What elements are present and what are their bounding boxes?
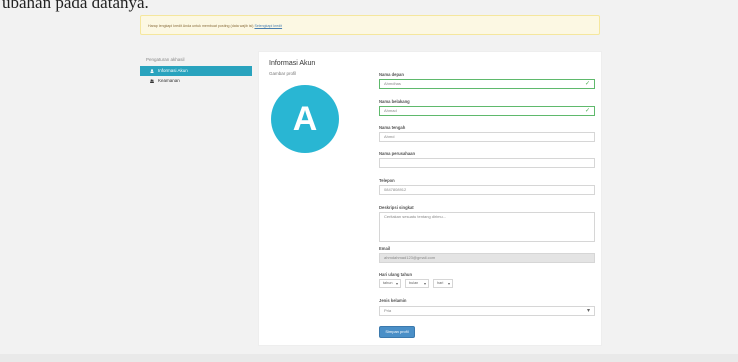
alert-text: Harap lengkapi kredit Anda untuk membuat…	[148, 24, 255, 28]
birth-day-value: hari	[437, 281, 444, 285]
phone-input[interactable]: 0847808912	[379, 185, 595, 195]
sidebar-item-security[interactable]: Keamanan	[140, 76, 252, 86]
first-name-label: Nama depan	[379, 72, 404, 77]
birth-day-select[interactable]: hari ▾	[433, 279, 453, 288]
email-input: ahmdahmad123@gmail.com	[379, 253, 595, 263]
birth-month-value: bulan	[409, 281, 419, 285]
birth-year-value: tahun	[383, 281, 393, 285]
last-name-value: Ahmad	[384, 108, 397, 113]
avatar[interactable]: A	[271, 85, 339, 153]
users-icon	[150, 79, 154, 83]
description-textarea[interactable]: Ceritakan sesuatu tentang dirimu...	[379, 212, 595, 242]
gender-select[interactable]: Pria ▾	[379, 306, 595, 316]
account-info-panel: Informasi Akun Gambar profil A Nama depa…	[258, 51, 602, 346]
first-name-value: Ahmdhas	[384, 81, 401, 86]
panel-title: Informasi Akun	[269, 60, 316, 67]
chevron-down-icon: ▾	[447, 281, 450, 286]
description-placeholder: Ceritakan sesuatu tentang dirimu...	[384, 214, 447, 219]
chevron-down-icon: ▾	[586, 308, 590, 314]
last-name-label: Nama belakang	[379, 99, 410, 104]
email-label: Email	[379, 246, 391, 251]
settings-sidebar: Pengaturan akhasil Informasi Akun Keaman…	[140, 52, 252, 92]
save-profile-button[interactable]: Simpan profil	[379, 326, 415, 338]
company-label: Nama perusahaan	[379, 151, 416, 156]
chevron-down-icon: ▾	[423, 281, 426, 286]
sidebar-item-label: Informasi Akun	[158, 68, 188, 73]
description-label: Deskripsi singkat	[379, 205, 414, 210]
phone-value: 0847808912	[384, 187, 407, 192]
sidebar-item-account-info[interactable]: Informasi Akun	[140, 66, 252, 76]
first-name-input[interactable]: Ahmdhas ✓	[379, 79, 595, 89]
birth-month-select[interactable]: bulan ▾	[405, 279, 429, 288]
complete-profile-link[interactable]: Selengkapi kredit	[254, 24, 282, 28]
footer-bar	[0, 354, 738, 362]
birth-year-select[interactable]: tahun ▾	[379, 279, 401, 288]
last-name-input[interactable]: Ahmad ✓	[379, 106, 595, 116]
phone-label: Telepon	[379, 178, 395, 183]
company-input[interactable]	[379, 158, 595, 168]
middle-name-label: Nama tengah	[379, 125, 406, 130]
gender-value: Pria	[384, 308, 392, 313]
gender-label: Jenis kelamin	[379, 298, 407, 303]
user-icon	[150, 69, 154, 73]
sidebar-title: Pengaturan akhasil	[146, 57, 185, 62]
middle-name-value: Ahmd	[384, 134, 395, 139]
profile-photo-label: Gambar profil	[269, 71, 297, 76]
email-value: ahmdahmad123@gmail.com	[384, 255, 436, 260]
incomplete-profile-alert: Harap lengkapi kredit Anda untuk membuat…	[140, 15, 600, 35]
birthday-label: Hari ulang tahun	[379, 272, 413, 277]
page-caption: ubahan pada datanya.	[2, 0, 149, 12]
check-icon: ✓	[584, 81, 590, 87]
sidebar-item-label: Keamanan	[158, 78, 180, 83]
check-icon: ✓	[584, 108, 590, 114]
middle-name-input[interactable]: Ahmd	[379, 132, 595, 142]
chevron-down-icon: ▾	[395, 281, 398, 286]
